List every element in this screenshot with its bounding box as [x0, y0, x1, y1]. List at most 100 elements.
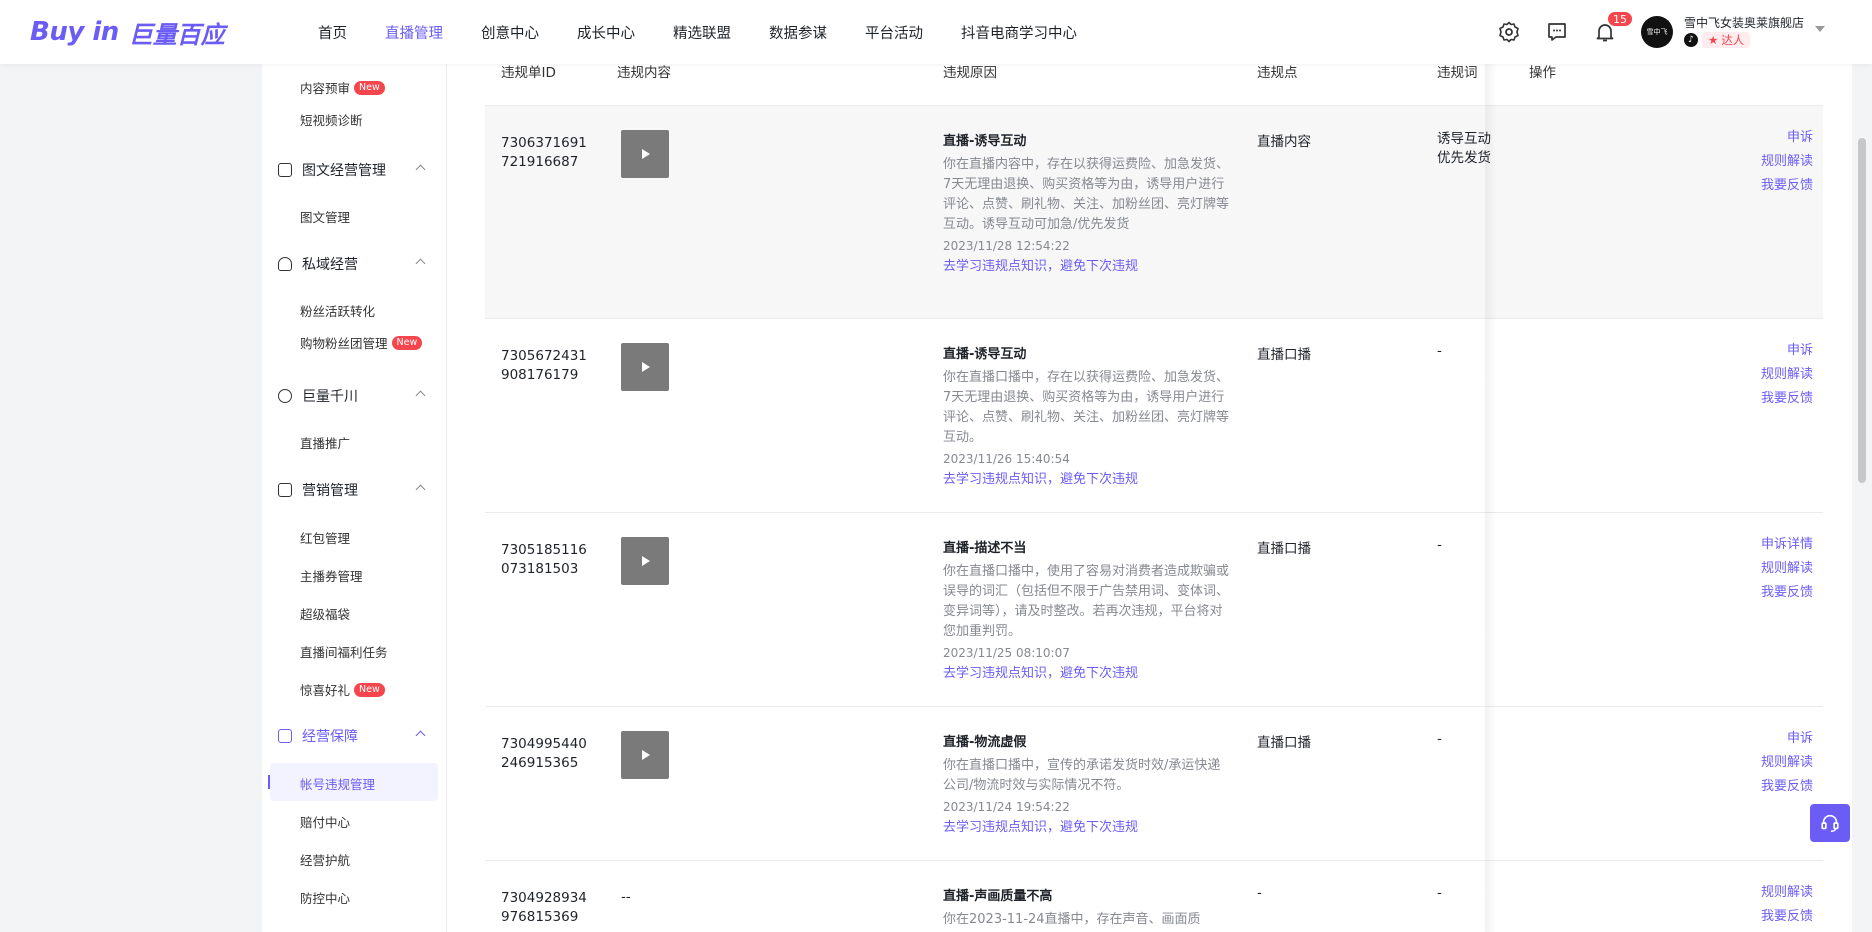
- violation-id[interactable]: 7305672431 908176179: [501, 347, 601, 385]
- violation-reason: 直播-描述不当 你在直播口播中，使用了容易对消费者造成欺骗或误导的词汇（包括但不…: [943, 537, 1229, 681]
- sidebar-item-label: 帐号违规管理: [300, 777, 376, 792]
- chevron-up-icon: [415, 164, 426, 175]
- violation-id[interactable]: 7304928934 976815369: [501, 889, 601, 927]
- sidebar-item-live-promotion[interactable]: 直播推广: [300, 433, 350, 452]
- learn-link[interactable]: 去学习违规点知识，避免下次违规: [943, 816, 1229, 835]
- table-row: 7305672431 908176179 直播-诱导互动 你在直播口播中，存在以…: [485, 319, 1823, 513]
- violation-id[interactable]: 7306371691 721916687: [501, 134, 601, 172]
- sidebar-item-account-violation[interactable]: 帐号违规管理: [300, 774, 375, 793]
- user-role: ♪ ★ 达人: [1684, 32, 1751, 48]
- sidebar-group-private[interactable]: 私域经营: [278, 253, 430, 275]
- video-thumbnail[interactable]: [621, 343, 669, 391]
- violation-id-line: 7305185116: [501, 542, 587, 558]
- nav-alliance[interactable]: 精选联盟: [673, 22, 731, 43]
- nav-creative-center[interactable]: 创意中心: [481, 22, 539, 43]
- rule-interpretation-link[interactable]: 规则解读: [1761, 363, 1813, 387]
- logo[interactable]: Buy in 巨量百应: [30, 14, 225, 50]
- violation-reason: 直播-诱导互动 你在直播口播中，存在以获得运费险、加急发货、7天无理由退换、购买…: [943, 343, 1229, 487]
- play-icon: [642, 556, 650, 566]
- learn-link[interactable]: 去学习违规点知识，避免下次违规: [943, 468, 1229, 487]
- violation-time: 2023/11/25 08:10:07: [943, 646, 1070, 660]
- feedback-link[interactable]: 我要反馈: [1761, 581, 1813, 605]
- sidebar-group-graphic[interactable]: 图文经营管理: [278, 159, 430, 181]
- violation-id-line: 073181503: [501, 561, 579, 577]
- nav-data[interactable]: 数据参谋: [769, 22, 827, 43]
- nav-growth-center[interactable]: 成长中心: [577, 22, 635, 43]
- sidebar-item-fan-club[interactable]: 购物粉丝团管理 New: [300, 333, 423, 352]
- user-dropdown-caret-icon[interactable]: [1815, 26, 1825, 32]
- sidebar-item-label: 直播推广: [300, 436, 351, 451]
- violation-reason: 直播-声画质量不高 你在2023-11-24直播中，存在声音、画面质: [943, 885, 1229, 930]
- video-thumbnail[interactable]: [621, 537, 669, 585]
- sidebar-item-welfare-task[interactable]: 直播间福利任务: [300, 642, 388, 661]
- new-badge: New: [354, 682, 385, 697]
- violation-point: 直播内容: [1257, 134, 1311, 150]
- rule-interpretation-link[interactable]: 规则解读: [1761, 150, 1813, 174]
- nav-learning-center[interactable]: 抖音电商学习中心: [961, 22, 1077, 43]
- settings-icon[interactable]: [1497, 20, 1521, 44]
- sidebar-item-video-diagnosis[interactable]: 短视频诊断: [300, 110, 363, 129]
- sidebar-item-red-packet[interactable]: 红包管理: [300, 528, 350, 547]
- star-icon: ★: [1708, 33, 1719, 47]
- appeal-link[interactable]: 申诉: [1761, 339, 1813, 363]
- appeal-detail-link[interactable]: 申诉详情: [1761, 533, 1813, 557]
- headset-icon: [1821, 814, 1839, 832]
- sidebar-group-protection[interactable]: 经营保障: [278, 725, 430, 747]
- feedback-link[interactable]: 我要反馈: [1761, 174, 1813, 198]
- sidebar-group-marketing[interactable]: 营销管理: [278, 479, 430, 501]
- table-row: 7304995440 246915365 直播-物流虚假 你在直播口播中，宣传的…: [485, 707, 1823, 861]
- sidebar-item-label: 图文管理: [300, 210, 351, 225]
- row-actions: 申诉 规则解读 我要反馈: [1761, 126, 1813, 198]
- sidebar-item-label: 直播间福利任务: [300, 645, 388, 660]
- violation-id-line: 246915365: [501, 755, 579, 771]
- message-icon[interactable]: [1545, 20, 1569, 44]
- sidebar-item-anchor-coupon[interactable]: 主播券管理: [300, 566, 363, 585]
- appeal-link[interactable]: 申诉: [1761, 126, 1813, 150]
- sidebar-item-lucky-bag[interactable]: 超级福袋: [300, 604, 350, 623]
- nav-activities[interactable]: 平台活动: [865, 22, 923, 43]
- logo-cn: 巨量百应: [128, 20, 225, 49]
- sidebar-group-label: 巨量千川: [302, 389, 358, 405]
- violation-id-line: 7306371691: [501, 135, 587, 151]
- video-thumbnail[interactable]: [621, 731, 669, 779]
- violation-word: -: [1437, 885, 1442, 901]
- nav-home[interactable]: 首页: [318, 22, 347, 43]
- avatar[interactable]: 雪中飞: [1641, 16, 1673, 48]
- violation-table-card: 违规单ID 违规内容 违规原因 违规点 违规词 操作 7306371691 72…: [446, 64, 1852, 932]
- sidebar-item-escort[interactable]: 经营护航: [300, 850, 350, 869]
- sidebar-item-label: 粉丝活跃转化: [300, 304, 376, 319]
- learn-link[interactable]: 去学习违规点知识，避免下次违规: [943, 255, 1229, 274]
- rule-interpretation-link[interactable]: 规则解读: [1761, 557, 1813, 581]
- user-name[interactable]: 雪中飞女装奥莱旗舰店: [1684, 14, 1804, 31]
- sidebar-group-qianchuan[interactable]: 巨量千川: [278, 385, 430, 407]
- row-actions: 申诉 规则解读 我要反馈: [1761, 339, 1813, 411]
- feedback-link[interactable]: 我要反馈: [1761, 775, 1813, 799]
- sidebar-item-fan-activation[interactable]: 粉丝活跃转化: [300, 301, 375, 320]
- nav-live-management[interactable]: 直播管理: [385, 22, 443, 43]
- feedback-link[interactable]: 我要反馈: [1761, 387, 1813, 411]
- feedback-link[interactable]: 我要反馈: [1761, 905, 1813, 929]
- violation-point: 直播口播: [1257, 347, 1311, 363]
- violation-id[interactable]: 7304995440 246915365: [501, 735, 601, 773]
- sidebar-item-risk-control[interactable]: 防控中心: [300, 888, 350, 907]
- learn-link[interactable]: 去学习违规点知识，避免下次违规: [943, 662, 1229, 681]
- appeal-link[interactable]: 申诉: [1761, 727, 1813, 751]
- sidebar-item-content-review[interactable]: 内容预审 New: [300, 78, 385, 97]
- table-row: 7306371691 721916687 直播-诱导互动 你在直播内容中，存在以…: [485, 106, 1823, 319]
- fixed-column-shadow: [1485, 64, 1497, 932]
- violation-time: 2023/11/24 19:54:22: [943, 800, 1070, 814]
- rule-interpretation-link[interactable]: 规则解读: [1761, 881, 1813, 905]
- tiktok-icon: ♪: [1684, 33, 1698, 47]
- notification-badge: 15: [1607, 11, 1633, 27]
- sidebar-item-compensation[interactable]: 赔付中心: [300, 812, 350, 831]
- customer-service-button[interactable]: [1810, 804, 1850, 842]
- main-content: 违规单ID 违规内容 违规原因 违规点 违规词 操作 7306371691 72…: [446, 64, 1852, 932]
- sidebar-item-graphic-management[interactable]: 图文管理: [300, 207, 350, 226]
- rule-interpretation-link[interactable]: 规则解读: [1761, 751, 1813, 775]
- violation-word: -: [1437, 343, 1442, 359]
- sidebar-item-surprise-gift[interactable]: 惊喜好礼 New: [300, 680, 385, 699]
- violation-content: --: [621, 889, 631, 905]
- video-thumbnail[interactable]: [621, 130, 669, 178]
- violation-id[interactable]: 7305185116 073181503: [501, 541, 601, 579]
- page-scrollbar[interactable]: [1858, 138, 1866, 483]
